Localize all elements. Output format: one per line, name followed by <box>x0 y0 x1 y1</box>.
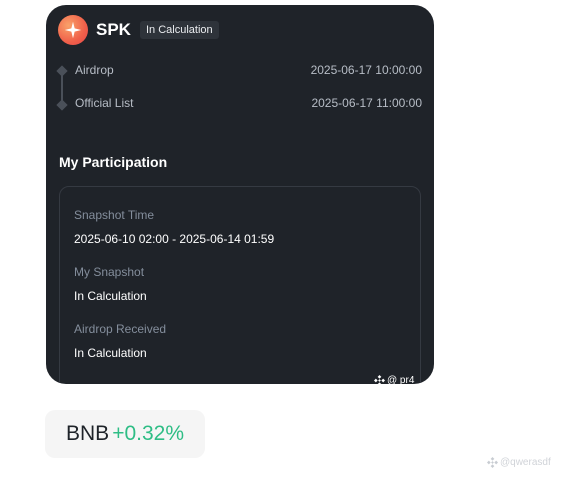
ticker-symbol: BNB <box>66 422 110 445</box>
airdrop-card: SPK In Calculation Airdrop 2025-06-17 10… <box>46 5 434 384</box>
my-snapshot-value: In Calculation <box>74 289 147 303</box>
ticker-chip[interactable]: BNB +0.32% <box>45 410 205 458</box>
watermark-text: @ pr4 <box>387 375 415 384</box>
diamond-logo-icon <box>374 375 385 384</box>
diamond-logo-icon <box>487 457 498 468</box>
timeline-dot <box>56 65 68 77</box>
card-watermark: @ pr4 <box>374 375 414 384</box>
section-title: My Participation <box>59 154 168 170</box>
timeline: Airdrop 2025-06-17 10:00:00 Official Lis… <box>56 63 422 111</box>
snapshot-time-label: Snapshot Time <box>74 208 155 222</box>
airdrop-received-value: In Calculation <box>74 346 147 360</box>
page: SPK In Calculation Airdrop 2025-06-17 10… <box>0 0 575 479</box>
status-badge: In Calculation <box>139 21 219 39</box>
watermark-text: @qwerasdf <box>500 457 551 468</box>
airdrop-received-label: Airdrop Received <box>74 322 167 336</box>
page-watermark: @qwerasdf <box>487 457 551 468</box>
timeline-date: 2025-06-17 10:00:00 <box>310 63 422 77</box>
my-snapshot-label: My Snapshot <box>74 265 145 279</box>
sparkle-star-icon <box>58 15 88 45</box>
participation-panel: Snapshot Time 2025-06-10 02:00 - 2025-06… <box>59 186 421 384</box>
timeline-item-official-list: Official List 2025-06-17 11:00:00 <box>75 96 422 110</box>
timeline-label: Airdrop <box>75 63 114 77</box>
timeline-item-airdrop: Airdrop 2025-06-17 10:00:00 <box>75 63 422 77</box>
token-name: SPK <box>96 20 131 39</box>
snapshot-time-value: 2025-06-10 02:00 - 2025-06-14 01:59 <box>74 232 275 246</box>
timeline-date: 2025-06-17 11:00:00 <box>311 96 422 110</box>
timeline-label: Official List <box>75 96 134 110</box>
card-header: SPK In Calculation <box>58 15 219 45</box>
ticker-change: +0.32% <box>112 422 184 445</box>
timeline-dot <box>56 99 68 111</box>
